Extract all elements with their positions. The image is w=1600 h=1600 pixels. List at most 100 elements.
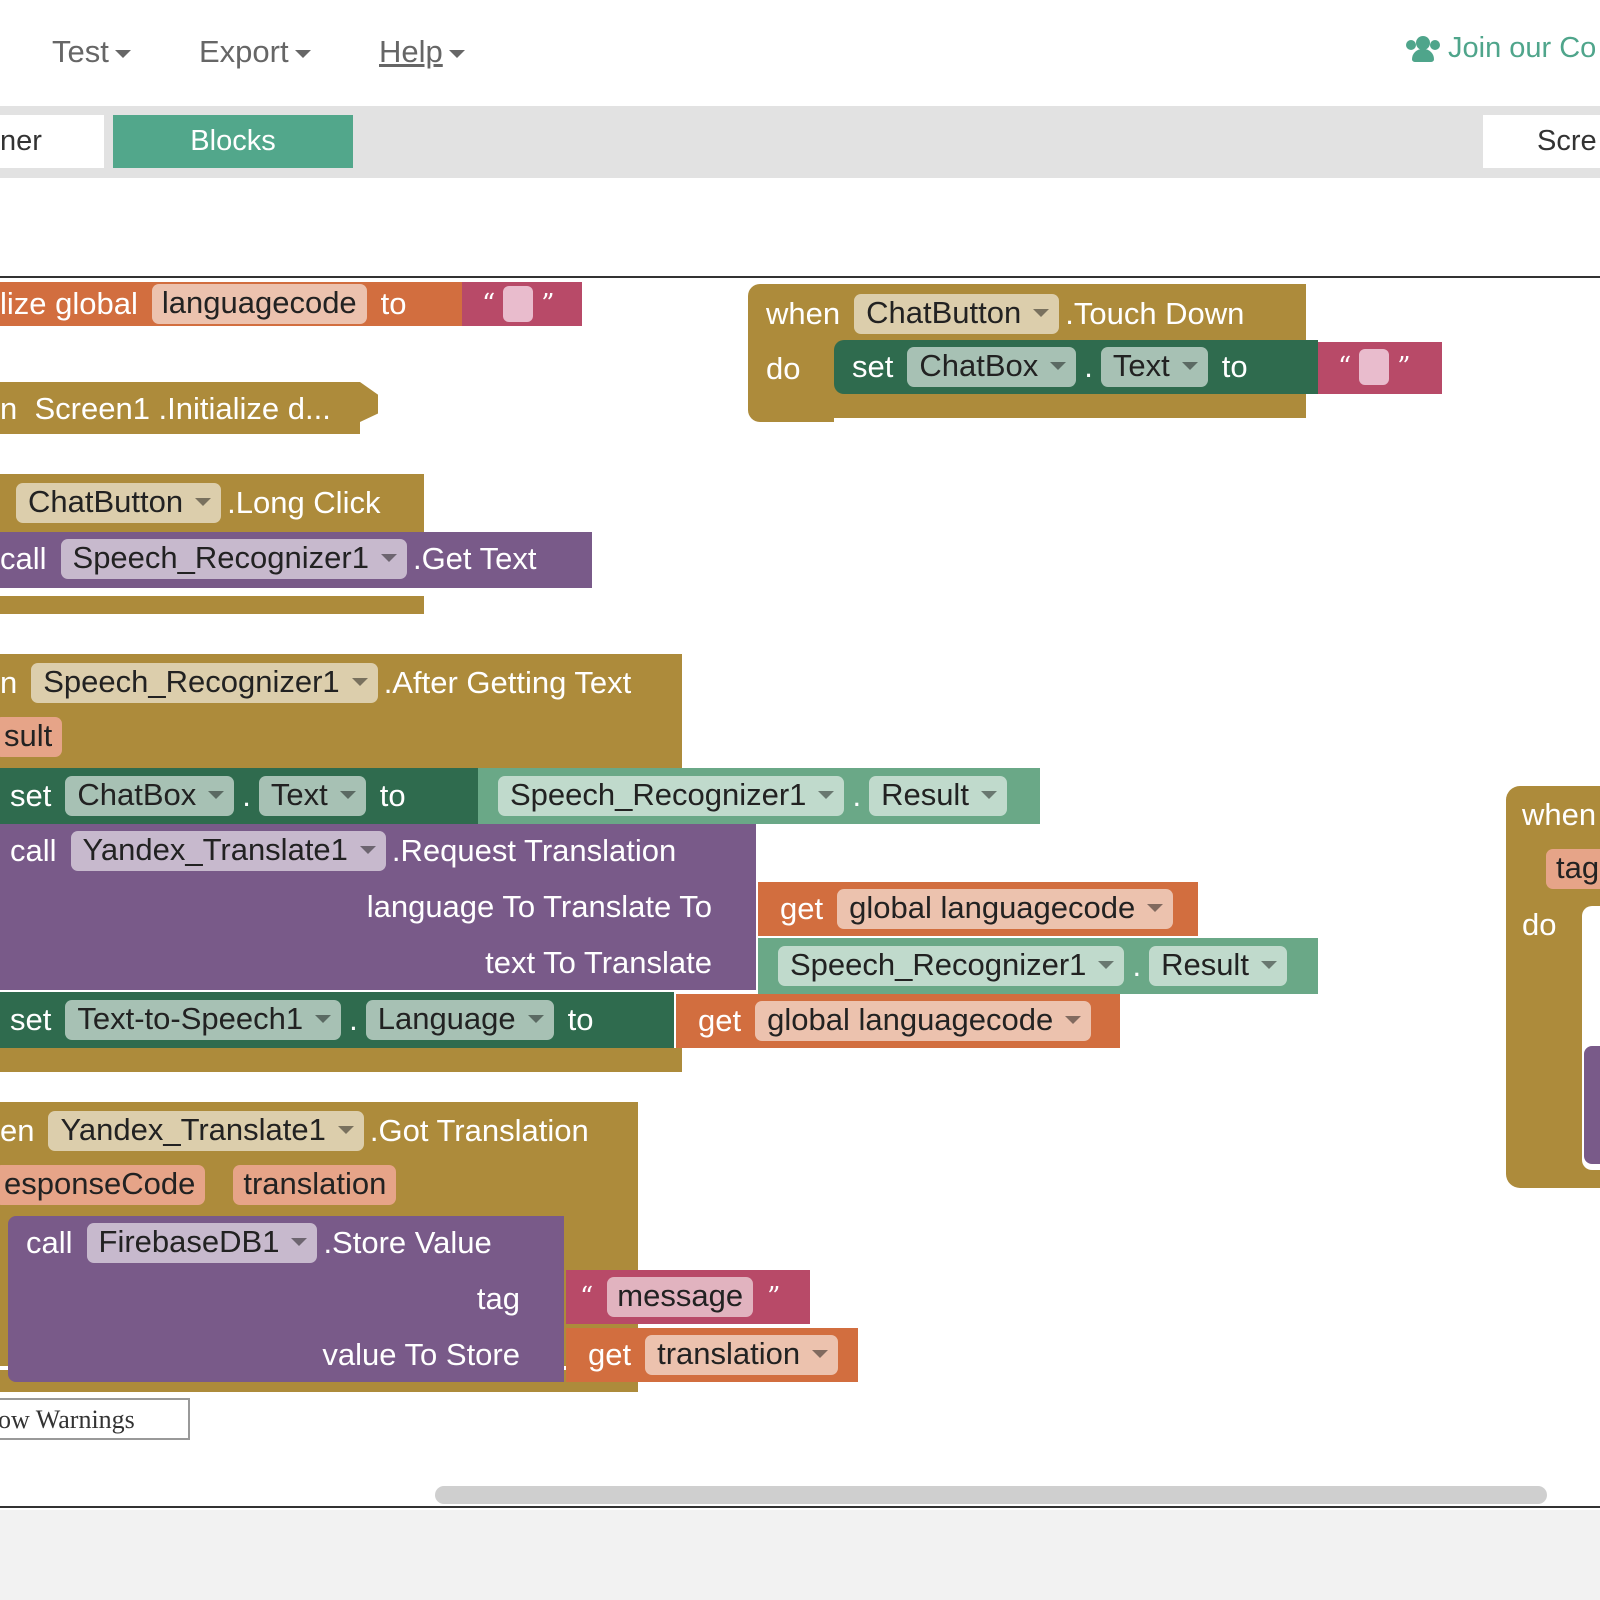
screen1-initialize-block[interactable]: n Screen1 .Initialize d... xyxy=(0,382,378,434)
empty-string-field[interactable] xyxy=(1359,349,1390,385)
long-click-gap xyxy=(0,588,424,596)
get-text-call-block[interactable]: call Speech_Recognizer1 .Get Text xyxy=(0,532,592,588)
call-keyword: call xyxy=(0,541,47,576)
menu-help[interactable]: Help xyxy=(379,30,465,74)
set-keyword: set xyxy=(852,349,894,384)
get-global-languagecode-block[interactable]: get global languagecode xyxy=(676,994,1120,1048)
bottom-panel xyxy=(0,1510,1600,1600)
to-keyword: to xyxy=(379,778,406,813)
menu-test[interactable]: Test xyxy=(52,30,131,74)
tab-designer[interactable]: ner xyxy=(0,115,104,168)
component-dropdown[interactable]: Yandex_Translate1 xyxy=(48,1111,364,1151)
property-dropdown[interactable]: Result xyxy=(1149,946,1287,986)
component-dropdown[interactable]: ChatButton xyxy=(16,483,222,523)
get-keyword: get xyxy=(698,1003,742,1038)
set-tts-language-block[interactable]: set Text-to-Speech1 . Language to xyxy=(0,992,674,1048)
property-dropdown[interactable]: Text xyxy=(258,776,366,816)
menu-test-label: Test xyxy=(52,34,109,69)
to-keyword: to xyxy=(1221,349,1248,384)
get-keyword: get xyxy=(588,1337,632,1372)
empty-text-block[interactable]: “ ” xyxy=(1318,342,1442,394)
global-name-field[interactable]: languagecode xyxy=(151,284,367,324)
empty-string-field[interactable] xyxy=(503,286,534,322)
get-translation-block[interactable]: get translation xyxy=(566,1328,858,1382)
menu-help-label: Help xyxy=(379,34,443,69)
menu-export-label: Export xyxy=(199,34,289,69)
component-dropdown[interactable]: FirebaseDB1 xyxy=(86,1223,318,1263)
variable-dropdown[interactable]: global languagecode xyxy=(755,1001,1092,1041)
dot-separator: . xyxy=(349,1002,358,1037)
component-dropdown[interactable]: Speech_Recognizer1 xyxy=(778,946,1125,986)
get-global-languagecode-block[interactable]: get global languagecode xyxy=(758,882,1198,936)
component-dropdown[interactable]: Text-to-Speech1 xyxy=(65,1000,342,1040)
set-keyword: set xyxy=(10,778,52,813)
chevron-down-icon xyxy=(294,49,311,58)
result-getter-block[interactable]: Speech_Recognizer1 . Result xyxy=(478,768,1040,824)
screen-selector[interactable]: Scre xyxy=(1483,115,1600,168)
result-param[interactable]: sult xyxy=(0,717,63,757)
do-keyword: do xyxy=(766,351,801,386)
show-warnings-button[interactable]: ow Warnings xyxy=(0,1398,190,1440)
init-global-prefix: lize global xyxy=(0,286,138,321)
chevron-down-icon xyxy=(448,49,465,58)
call-keyword: call xyxy=(10,833,57,868)
after-getting-text-event-block[interactable]: n Speech_Recognizer1 .After Getting Text… xyxy=(0,654,682,768)
component-dropdown[interactable]: Speech_Recognizer1 xyxy=(60,539,407,579)
variable-dropdown[interactable]: translation xyxy=(645,1335,839,1375)
people-icon xyxy=(1406,36,1440,63)
blocks-workspace[interactable]: lize global languagecode to “ ” n Screen… xyxy=(0,276,1600,1508)
tab-blocks[interactable]: Blocks xyxy=(113,115,353,168)
set-chatbox-text-block[interactable]: set ChatBox . Text to xyxy=(0,768,478,824)
quote-open: “ xyxy=(1338,352,1352,382)
event-name: .Got Translation xyxy=(369,1113,589,1148)
property-dropdown[interactable]: Language xyxy=(365,1000,554,1040)
join-community-link[interactable]: Join our Co xyxy=(1406,32,1596,65)
horizontal-scrollbar[interactable] xyxy=(435,1486,1547,1504)
empty-text-block[interactable]: “ ” xyxy=(462,282,582,326)
event-name: .Touch Down xyxy=(1065,296,1245,331)
touch-down-bottom xyxy=(748,394,1306,418)
editor-tab-bar: ner Blocks Scre xyxy=(0,106,1600,178)
request-translation-call-block[interactable]: call Yandex_Translate1 .Request Translat… xyxy=(0,824,756,990)
menu-export[interactable]: Export xyxy=(199,30,311,74)
event-name: .After Getting Text xyxy=(383,665,632,700)
component-dropdown[interactable]: ChatBox xyxy=(907,347,1077,387)
quote-open: “ xyxy=(482,289,496,319)
init-global-block[interactable]: lize global languagecode to xyxy=(0,282,464,326)
dot-separator: . xyxy=(1084,349,1093,384)
component-dropdown[interactable]: Speech_Recognizer1 xyxy=(498,776,845,816)
translation-param[interactable]: translation xyxy=(233,1165,397,1205)
property-dropdown[interactable]: Text xyxy=(1100,347,1208,387)
component-dropdown[interactable]: ChatButton xyxy=(854,294,1060,334)
after-getting-text-bottom xyxy=(0,1048,682,1072)
method-name: .Store Value xyxy=(323,1225,492,1260)
component-dropdown[interactable]: ChatBox xyxy=(65,776,235,816)
dot-separator: . xyxy=(242,778,251,813)
get-keyword: get xyxy=(780,891,824,926)
init-global-to: to xyxy=(380,286,407,321)
set-chatbox-text-block[interactable]: set ChatBox . Text to xyxy=(834,340,1318,394)
tag-arg-label: tag xyxy=(476,1281,520,1316)
partial-call-block[interactable] xyxy=(1584,1046,1600,1164)
component-dropdown[interactable]: Yandex_Translate1 xyxy=(70,831,386,871)
top-menu-bar: Test Export Help Join our Co xyxy=(0,0,1600,106)
quote-close: ” xyxy=(767,1282,781,1312)
store-value-call-block[interactable]: call FirebaseDB1 .Store Value tag value … xyxy=(8,1216,564,1382)
when-keyword: n xyxy=(0,665,18,700)
component-dropdown[interactable]: Speech_Recognizer1 xyxy=(31,663,378,703)
value-arg-label: value To Store xyxy=(322,1337,520,1372)
result-getter-block[interactable]: Speech_Recognizer1 . Result xyxy=(758,938,1318,994)
message-text-field[interactable]: message xyxy=(607,1277,754,1317)
quote-close: ” xyxy=(1397,352,1411,382)
event-name: .Long Click xyxy=(227,485,381,520)
do-keyword: do xyxy=(1522,907,1557,942)
message-text-block[interactable]: “ message ” xyxy=(566,1270,810,1324)
dot-separator: . xyxy=(852,778,862,813)
tag-param[interactable]: tag xyxy=(1546,849,1600,889)
variable-dropdown[interactable]: global languagecode xyxy=(837,889,1174,929)
response-code-param[interactable]: esponseCode xyxy=(0,1165,206,1205)
chevron-down-icon xyxy=(114,49,131,58)
property-dropdown[interactable]: Result xyxy=(869,776,1007,816)
language-arg-label: language To Translate To xyxy=(366,889,712,924)
call-keyword: call xyxy=(26,1225,73,1260)
